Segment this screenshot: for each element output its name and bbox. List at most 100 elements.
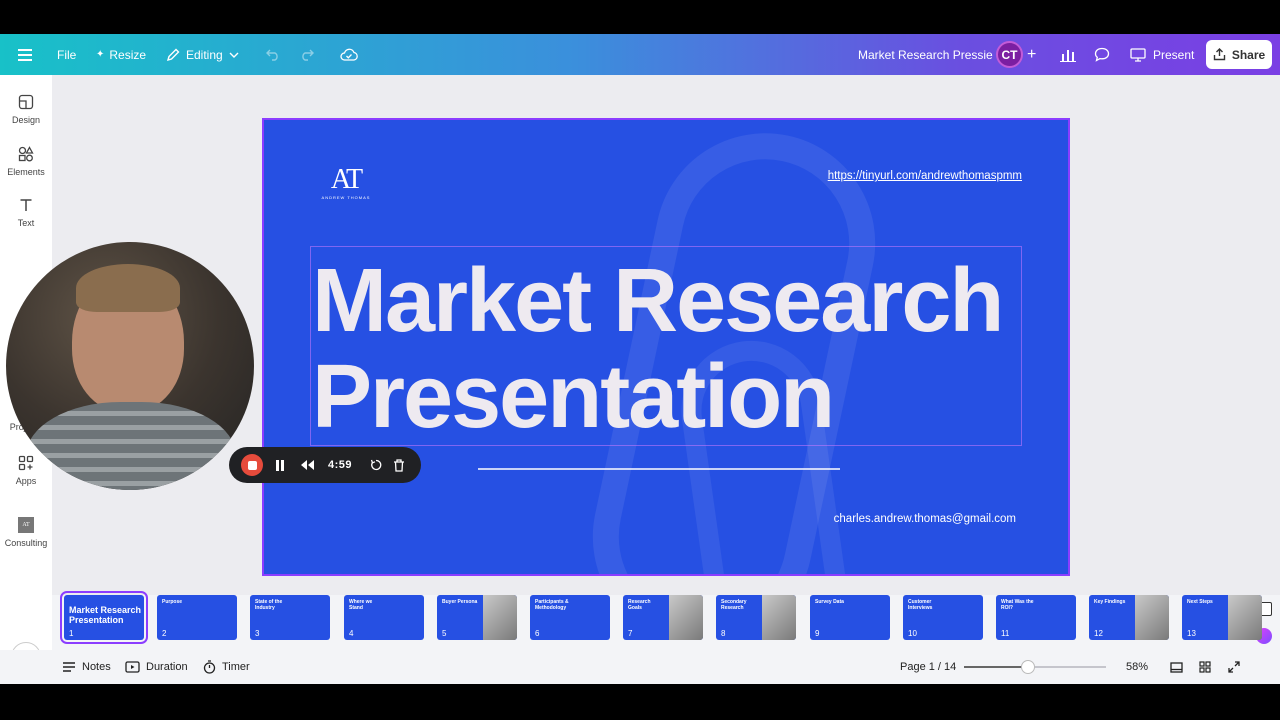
present-button[interactable]: Present bbox=[1130, 34, 1194, 75]
page-thumbnail[interactable]: Buyer Persona 5 bbox=[437, 595, 517, 640]
zoom-slider-handle[interactable] bbox=[1021, 660, 1035, 674]
zoom-level[interactable]: 58% bbox=[1126, 650, 1148, 684]
editing-mode-button[interactable]: Editing bbox=[166, 34, 239, 75]
resize-label: Resize bbox=[109, 47, 147, 62]
bottom-toolbar: Notes Duration Timer Page 1 / 14 58% bbox=[0, 602, 1280, 684]
restart-icon[interactable] bbox=[370, 459, 382, 471]
thumbnail-title: Key Findings bbox=[1094, 599, 1126, 605]
webcam-bubble[interactable] bbox=[6, 242, 254, 490]
thumbnail-number: 8 bbox=[721, 629, 726, 638]
grid-view-icon[interactable] bbox=[1199, 650, 1211, 684]
thumbnail-title: Where we Stand bbox=[349, 599, 373, 611]
page-view-icon[interactable] bbox=[1170, 650, 1183, 684]
thumbnail-title: Next Steps bbox=[1187, 599, 1213, 605]
zoom-slider[interactable] bbox=[964, 660, 1106, 674]
page-thumbnail[interactable]: Where we Stand 4 bbox=[344, 595, 424, 640]
stop-recording-button[interactable] bbox=[241, 454, 263, 476]
redo-icon[interactable] bbox=[300, 34, 314, 75]
thumbnail-number: 2 bbox=[162, 629, 167, 638]
consulting-logo-icon: AT bbox=[18, 517, 34, 533]
notes-icon bbox=[63, 662, 75, 672]
thumbnail-title: Research Goals bbox=[628, 599, 651, 611]
sidebar-item-elements[interactable]: Elements bbox=[0, 146, 52, 177]
duration-button[interactable]: Duration bbox=[125, 650, 188, 684]
present-label: Present bbox=[1153, 47, 1195, 62]
file-menu[interactable]: File bbox=[57, 34, 76, 75]
sidebar-item-consulting[interactable]: AT Consulting bbox=[0, 517, 52, 548]
presenter-hair bbox=[76, 264, 180, 312]
user-avatar[interactable]: CT bbox=[996, 41, 1023, 68]
thumbnail-photo bbox=[762, 595, 796, 640]
trash-icon[interactable] bbox=[393, 458, 405, 472]
share-button[interactable]: Share bbox=[1206, 40, 1272, 69]
thumbnail-title: Participants & Methodology bbox=[535, 599, 569, 611]
thumbnail-number: 12 bbox=[1094, 629, 1103, 638]
thumbnail-photo bbox=[669, 595, 703, 640]
chevron-down-icon bbox=[229, 52, 239, 58]
page-indicator[interactable]: Page 1 / 14 bbox=[900, 650, 956, 684]
thumbnail-title: Customer Interviews bbox=[908, 599, 933, 611]
page-thumbnail[interactable]: Key Findings 12 bbox=[1089, 595, 1169, 640]
cloud-saved-icon[interactable] bbox=[340, 34, 358, 75]
thumbnail-number: 4 bbox=[349, 629, 354, 638]
page-thumbnail[interactable]: Survey Data 9 bbox=[810, 595, 890, 640]
sidebar-item-label: Consulting bbox=[4, 538, 48, 548]
thumbnail-number: 13 bbox=[1187, 629, 1196, 638]
comment-icon[interactable] bbox=[1094, 34, 1110, 75]
thumbnail-photo bbox=[1135, 595, 1169, 640]
thumbnail-number: 10 bbox=[908, 629, 917, 638]
undo-icon[interactable] bbox=[266, 34, 280, 75]
thumbnail-number: 6 bbox=[535, 629, 540, 638]
slide-1[interactable]: AT ANDREW THOMAS https://tinyurl.com/and… bbox=[262, 118, 1070, 576]
page-thumbnail[interactable]: Participants & Methodology 6 bbox=[530, 595, 610, 640]
present-icon bbox=[1130, 47, 1146, 62]
slide-title-line-2[interactable]: Presentation bbox=[312, 352, 835, 442]
avatar-initials: CT bbox=[1001, 47, 1018, 62]
sparkle-icon: ✦ bbox=[96, 49, 105, 60]
duration-label: Duration bbox=[146, 661, 188, 673]
fullscreen-icon[interactable] bbox=[1228, 650, 1240, 684]
page-thumbnail[interactable]: Customer Interviews 10 bbox=[903, 595, 983, 640]
page-thumbnail[interactable]: Market Research Presentation 1 bbox=[60, 591, 148, 644]
design-icon bbox=[18, 94, 34, 110]
document-title-text: Market Research Pressie bbox=[858, 47, 993, 62]
presenter-shirt bbox=[26, 402, 236, 490]
slide-email[interactable]: charles.andrew.thomas@gmail.com bbox=[834, 513, 1016, 525]
page-thumbnail[interactable]: Next Steps 13 bbox=[1182, 595, 1262, 640]
page-thumbnail[interactable]: State of the Industry 3 bbox=[250, 595, 330, 640]
pencil-icon bbox=[166, 48, 180, 61]
menu-icon[interactable] bbox=[18, 34, 32, 75]
page-thumbnail[interactable]: Purpose 2 bbox=[157, 595, 237, 640]
document-title[interactable]: Market Research Pressie bbox=[858, 34, 993, 75]
sidebar-item-text[interactable]: Text bbox=[0, 197, 52, 228]
rewind-icon[interactable] bbox=[301, 460, 314, 470]
file-label: File bbox=[57, 47, 77, 62]
sidebar-item-design[interactable]: Design bbox=[0, 94, 52, 125]
share-label: Share bbox=[1231, 47, 1266, 62]
share-icon bbox=[1213, 48, 1226, 61]
sidebar-item-label: Elements bbox=[7, 167, 45, 177]
add-collaborator-button[interactable]: + bbox=[1027, 34, 1036, 75]
recording-time: 4:59 bbox=[328, 459, 353, 471]
thumbnail-number: 5 bbox=[442, 629, 447, 638]
slide-divider-line[interactable] bbox=[478, 468, 840, 470]
pause-icon[interactable] bbox=[275, 459, 285, 471]
thumbnail-title: Buyer Persona bbox=[442, 599, 478, 605]
thumbnail-photo bbox=[1228, 595, 1262, 640]
page-thumbnail[interactable]: What Was the ROI? 11 bbox=[996, 595, 1076, 640]
text-icon bbox=[20, 199, 32, 211]
thumbnail-photo bbox=[483, 595, 517, 640]
recording-controls: 4:59 bbox=[229, 447, 421, 483]
timer-button[interactable]: Timer bbox=[203, 650, 250, 684]
resize-button[interactable]: ✦ Resize bbox=[96, 34, 146, 75]
notes-button[interactable]: Notes bbox=[62, 650, 111, 684]
slide-title-line-1[interactable]: Market Research bbox=[312, 256, 1004, 346]
slide-url-link[interactable]: https://tinyurl.com/andrewthomaspmm bbox=[828, 170, 1022, 182]
page-thumbnail[interactable]: Secondary Research 8 bbox=[716, 595, 796, 640]
page-thumbnail[interactable]: Research Goals 7 bbox=[623, 595, 703, 640]
plus-icon: + bbox=[1027, 45, 1037, 63]
analytics-icon[interactable] bbox=[1060, 34, 1076, 75]
page-indicator-text: Page 1 / 14 bbox=[900, 661, 957, 673]
brand-logo[interactable]: AT ANDREW THOMAS bbox=[318, 166, 374, 201]
thumbnail-title: State of the Industry bbox=[255, 599, 283, 611]
